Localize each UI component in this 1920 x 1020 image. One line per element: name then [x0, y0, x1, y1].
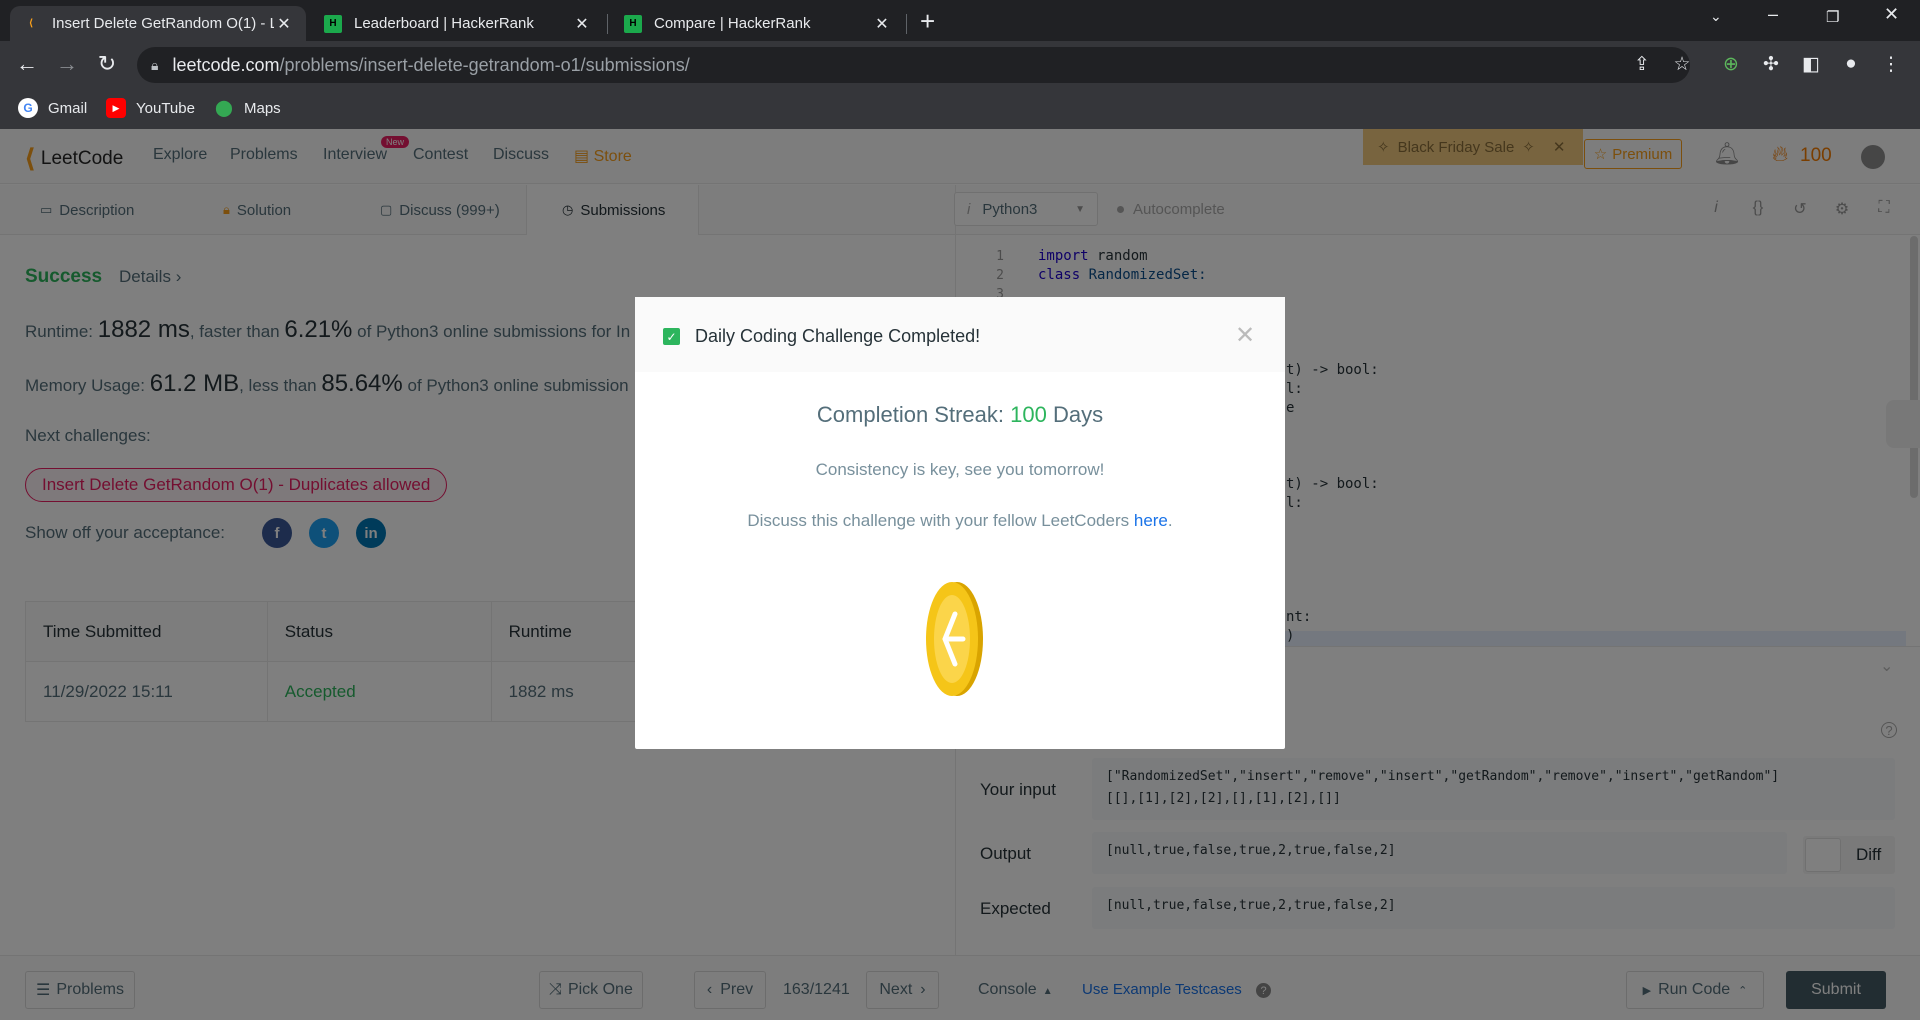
- profile-icon[interactable]: ●: [1838, 53, 1864, 75]
- modal-header: ✓ Daily Coding Challenge Completed! ✕: [635, 297, 1285, 372]
- coin-icon: [926, 582, 983, 696]
- discuss-text: Discuss this challenge with your fellow …: [747, 511, 1130, 530]
- bookmark-star-icon[interactable]: ☆: [1669, 53, 1695, 76]
- new-tab-button[interactable]: +: [920, 6, 935, 36]
- streak-number: 100: [1010, 402, 1047, 427]
- tab-title: Compare | HackerRank: [654, 15, 811, 32]
- hackerrank-icon: H: [624, 14, 642, 33]
- tab-leetcode[interactable]: ⟨ Insert Delete GetRandom O(1) - L ✕: [10, 6, 306, 41]
- streak-label: Completion Streak:: [816, 402, 1004, 427]
- minimize-icon[interactable]: –: [1768, 4, 1778, 25]
- daily-challenge-modal: ✓ Daily Coding Challenge Completed! ✕ Co…: [635, 297, 1285, 749]
- browser-toolbar: ← → ↻ 🔒︎ leetcode.com /problems/insert-d…: [0, 41, 1920, 89]
- tab-title: Leaderboard | HackerRank: [354, 15, 534, 32]
- bookmarks-bar: G Gmail ▶ YouTube ⬤ Maps: [0, 89, 1920, 129]
- streak-unit: Days: [1052, 402, 1104, 427]
- modal-close-icon[interactable]: ✕: [1235, 321, 1255, 350]
- bookmark-label: Gmail: [48, 99, 88, 117]
- restore-icon[interactable]: ❐: [1826, 8, 1839, 26]
- extension-plus-icon[interactable]: ⊕: [1718, 53, 1744, 76]
- back-icon[interactable]: ←: [12, 51, 42, 77]
- browser-tab-bar: ⟨ Insert Delete GetRandom O(1) - L ✕ H L…: [0, 0, 1920, 41]
- tab-separator: [906, 14, 907, 34]
- checkbox-checked-icon: ✓: [663, 328, 680, 345]
- side-panel-icon[interactable]: ◧: [1798, 53, 1824, 76]
- bookmark-label: Maps: [244, 99, 281, 117]
- tab-separator: [607, 14, 608, 34]
- modal-title: Daily Coding Challenge Completed!: [695, 326, 981, 346]
- share-icon[interactable]: ⇪: [1629, 53, 1655, 76]
- close-tab-icon[interactable]: ✕: [274, 14, 294, 34]
- tab-title: Insert Delete GetRandom O(1) - L: [52, 15, 274, 32]
- tab-compare[interactable]: H Compare | HackerRank ✕: [612, 6, 904, 41]
- extensions-puzzle-icon[interactable]: ✣: [1758, 53, 1784, 76]
- here-link[interactable]: here: [1134, 511, 1168, 530]
- discuss-message: Discuss this challenge with your fellow …: [635, 511, 1285, 531]
- youtube-icon: ▶: [106, 98, 126, 118]
- google-icon: G: [18, 98, 38, 118]
- tab-search-icon[interactable]: ⌄: [1710, 8, 1722, 25]
- hackerrank-icon: H: [324, 14, 342, 33]
- maps-icon: ⬤: [215, 100, 233, 117]
- address-bar[interactable]: 🔒︎ leetcode.com /problems/insert-delete-…: [137, 47, 1690, 83]
- bookmark-gmail[interactable]: G Gmail: [18, 98, 87, 118]
- window-close-icon[interactable]: ✕: [1884, 4, 1899, 25]
- forward-icon[interactable]: →: [52, 51, 82, 77]
- consistency-message: Consistency is key, see you tomorrow!: [815, 460, 1105, 479]
- url-domain: leetcode.com: [172, 54, 280, 75]
- bookmark-maps[interactable]: ⬤ Maps: [214, 98, 281, 118]
- close-tab-icon[interactable]: ✕: [872, 14, 892, 34]
- discuss-tail: .: [1167, 511, 1173, 530]
- completion-streak: Completion Streak: 100 Days: [635, 402, 1285, 428]
- url-path: /problems/insert-delete-getrandom-o1/sub…: [279, 54, 690, 75]
- lock-icon: 🔒︎: [151, 56, 159, 73]
- bookmark-youtube[interactable]: ▶ YouTube: [106, 98, 195, 118]
- bookmark-label: YouTube: [136, 99, 195, 117]
- leetcode-icon: ⟨: [28, 18, 34, 29]
- reload-icon[interactable]: ↻: [92, 51, 122, 77]
- close-tab-icon[interactable]: ✕: [572, 14, 592, 34]
- menu-kebab-icon[interactable]: ⋮: [1878, 53, 1904, 76]
- tab-leaderboard[interactable]: H Leaderboard | HackerRank ✕: [312, 6, 604, 41]
